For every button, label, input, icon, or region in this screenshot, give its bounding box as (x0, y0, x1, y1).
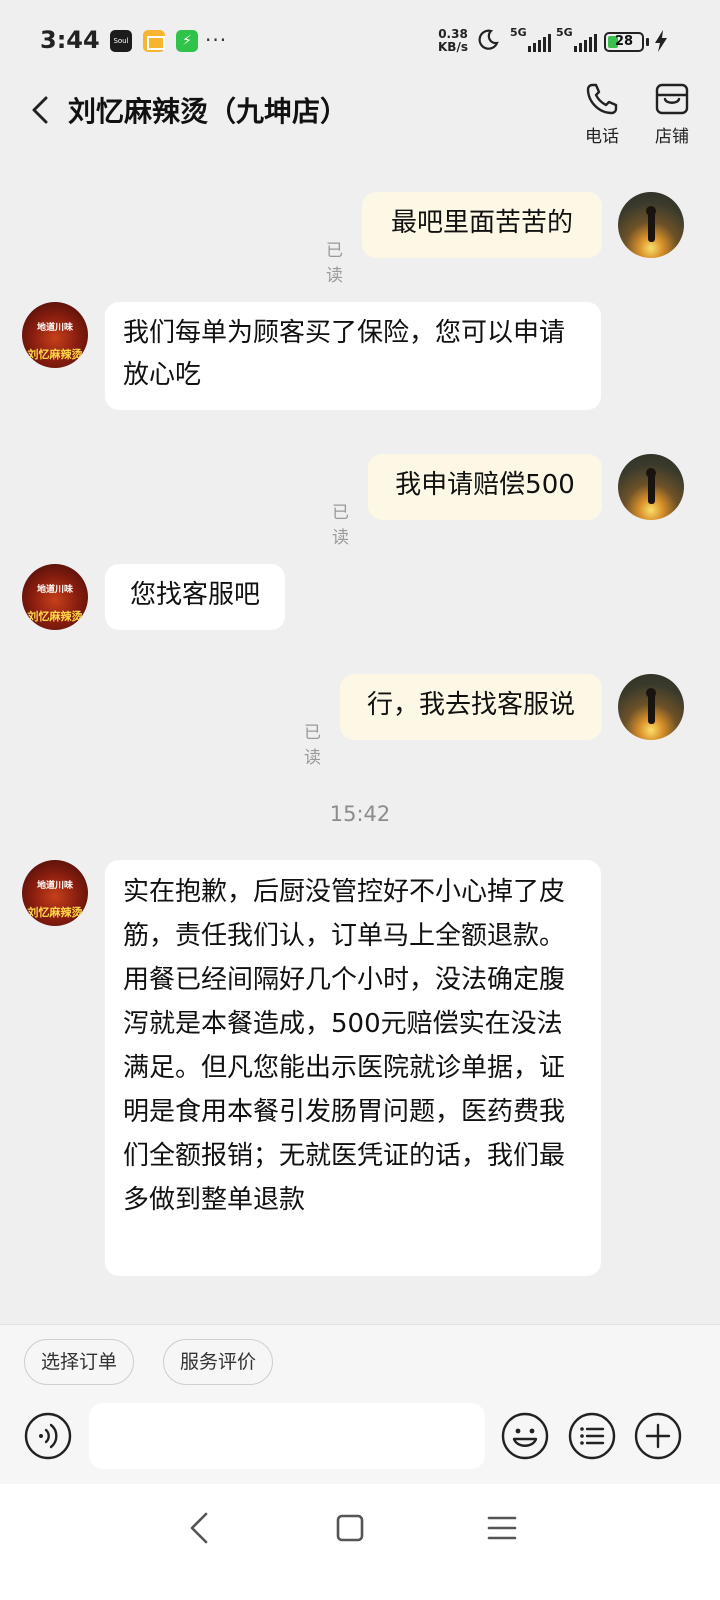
shop-label: 店铺 (655, 127, 689, 147)
signal-2-bars-icon (574, 34, 597, 52)
read-receipt: 已读 (326, 241, 343, 286)
signal-2-type: 5G (556, 26, 573, 39)
battery-icon: 28 (604, 32, 644, 52)
network-speed-unit: KB/s (438, 40, 468, 54)
add-more-icon[interactable] (633, 1411, 683, 1461)
battery-level: 28 (614, 34, 634, 49)
more-notifications-icon: ··· (205, 28, 228, 52)
chat-input-area: 选择订单 服务评价 (0, 1324, 720, 1484)
shop-avatar[interactable]: 地道川味 刘忆麻辣烫 (22, 302, 88, 368)
shop-avatar-text-bottom: 刘忆麻辣烫 (27, 906, 83, 919)
shop-avatar-text-top: 地道川味 (36, 323, 73, 333)
message-bubble[interactable]: 行，我去找客服说 (340, 674, 602, 740)
message-bubble[interactable]: 最吧里面苦苦的 (362, 192, 602, 258)
user-avatar[interactable] (618, 674, 684, 740)
shop-avatar-text-bottom: 刘忆麻辣烫 (27, 348, 83, 361)
user-avatar[interactable] (618, 192, 684, 258)
signal-1-bars-icon (528, 34, 551, 52)
shop-avatar[interactable]: 地道川味 刘忆麻辣烫 (22, 564, 88, 630)
nav-home-icon[interactable] (330, 1508, 370, 1548)
status-bar: 3:44 Soul ⚡ ··· 0.38 KB/s 5G 5G 28 (0, 0, 720, 80)
shop-avatar-text-bottom: 刘忆麻辣烫 (27, 610, 83, 623)
charging-bolt-icon (655, 30, 667, 52)
chat-timestamp: 15:42 (329, 802, 391, 826)
message-bubble[interactable]: 我申请赔偿500 (368, 454, 602, 520)
quick-reply-list-icon[interactable] (567, 1411, 617, 1461)
input-row (0, 1403, 720, 1473)
service-review-chip[interactable]: 服务评价 (163, 1339, 274, 1385)
message-bubble[interactable]: 您找客服吧 (105, 564, 285, 630)
back-arrow-icon[interactable] (22, 92, 58, 128)
phone-label: 电话 (585, 127, 619, 147)
shop-avatar-text-top: 地道川味 (36, 881, 73, 891)
chat-header: 刘忆麻辣烫（九坤店） 电话 店铺 (0, 80, 720, 160)
read-receipt: 已读 (332, 503, 349, 548)
system-navigation-bar (0, 1484, 720, 1600)
read-receipt: 已读 (304, 723, 321, 768)
do-not-disturb-moon-icon (478, 29, 499, 50)
shop-avatar-text-top: 地道川味 (36, 585, 73, 595)
shop-button[interactable]: 店铺 (642, 80, 702, 147)
charging-app-icon: ⚡ (176, 30, 198, 52)
mail-notification-icon (143, 30, 165, 52)
message-input[interactable] (89, 1403, 485, 1469)
phone-button[interactable]: 电话 (572, 80, 632, 147)
message-bubble[interactable]: 实在抱歉，后厨没管控好不小心掉了皮筋，责任我们认，订单马上全额退款。 用餐已经间… (105, 860, 601, 1276)
chat-title: 刘忆麻辣烫（九坤店） (68, 95, 349, 128)
battery-tip (646, 38, 649, 46)
voice-input-icon[interactable] (23, 1411, 73, 1461)
phone-icon (586, 83, 618, 115)
signal-1-type: 5G (510, 26, 527, 39)
status-time: 3:44 (40, 26, 100, 54)
soul-app-icon: Soul (110, 30, 132, 52)
network-speed: 0.38 KB/s (438, 28, 468, 54)
user-avatar[interactable] (618, 454, 684, 520)
nav-menu-icon[interactable] (482, 1508, 522, 1548)
nav-back-icon[interactable] (180, 1508, 220, 1548)
message-bubble[interactable]: 我们每单为顾客买了保险，您可以申请放心吃 (105, 302, 601, 410)
shop-avatar[interactable]: 地道川味 刘忆麻辣烫 (22, 860, 88, 926)
emoji-icon[interactable] (500, 1411, 550, 1461)
store-icon (655, 83, 689, 115)
select-order-chip[interactable]: 选择订单 (24, 1339, 135, 1385)
